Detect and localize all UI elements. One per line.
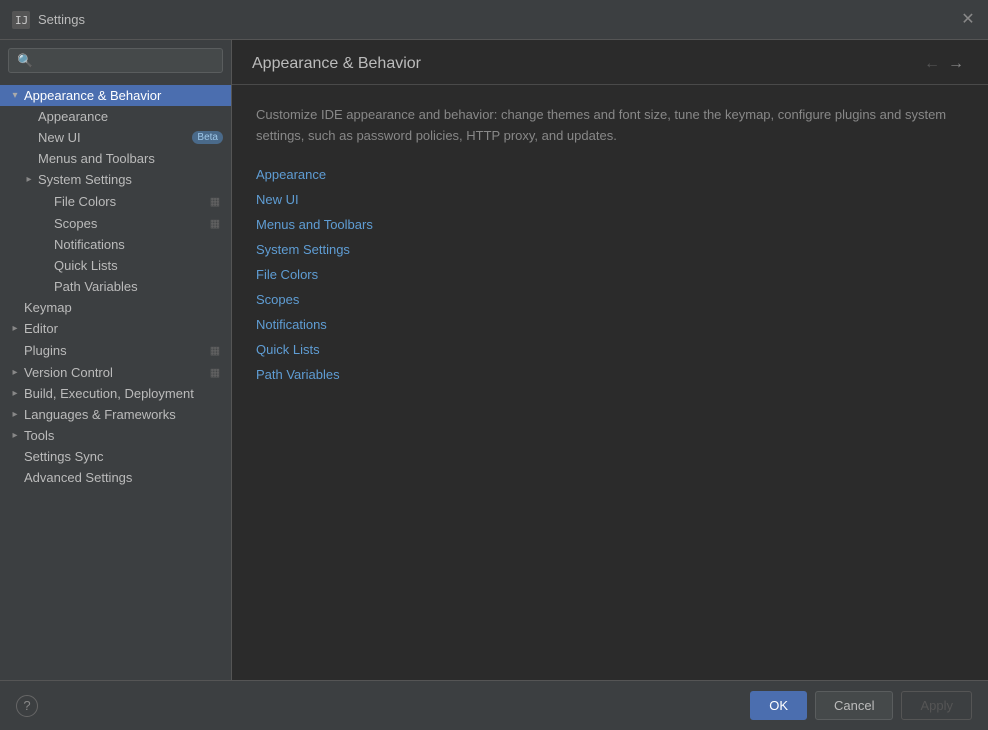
sidebar-item-label: Scopes <box>54 216 203 231</box>
sidebar-item-new-ui[interactable]: New UI Beta <box>0 127 231 148</box>
sidebar-item-label: Appearance & Behavior <box>24 88 223 103</box>
sidebar-item-label: Notifications <box>54 237 223 252</box>
search-input[interactable] <box>8 48 223 73</box>
chevron-icon: ▸ <box>22 173 36 187</box>
close-icon[interactable]: ✕ <box>960 12 976 28</box>
sidebar-item-label: File Colors <box>54 194 203 209</box>
svg-text:IJ: IJ <box>15 14 28 27</box>
footer: ? OK Cancel Apply <box>0 680 988 730</box>
content-link-appearance[interactable]: Appearance <box>256 167 964 182</box>
sidebar-item-advanced-settings[interactable]: Advanced Settings <box>0 467 231 488</box>
cancel-button[interactable]: Cancel <box>815 691 893 720</box>
sidebar-item-file-colors[interactable]: File Colors ▦ <box>0 190 231 212</box>
sidebar-item-quick-lists[interactable]: Quick Lists <box>0 255 231 276</box>
sidebar-item-path-variables[interactable]: Path Variables <box>0 276 231 297</box>
sidebar-item-editor[interactable]: ▸Editor <box>0 318 231 339</box>
app-logo-icon: IJ <box>12 11 30 29</box>
ok-button[interactable]: OK <box>750 691 807 720</box>
sidebar-item-label: Editor <box>24 321 223 336</box>
sidebar-item-notifications[interactable]: Notifications <box>0 234 231 255</box>
sidebar-item-languages-frameworks[interactable]: ▸Languages & Frameworks <box>0 404 231 425</box>
sidebar-item-label: Plugins <box>24 343 203 358</box>
sidebar-item-keymap[interactable]: Keymap <box>0 297 231 318</box>
sidebar-item-label: Path Variables <box>54 279 223 294</box>
content-header: Appearance & Behavior ← → <box>232 40 988 85</box>
chevron-spacer <box>38 280 52 294</box>
links-list: Appearance New UI Menus and Toolbars System… <box>256 167 964 382</box>
sidebar-tree: ▾Appearance & Behavior Appearance New UI Be… <box>0 81 231 680</box>
chevron-icon: ▾ <box>8 89 22 103</box>
chevron-spacer <box>38 216 52 230</box>
content-link-scopes[interactable]: Scopes <box>256 292 964 307</box>
title-bar: IJ Settings ✕ <box>0 0 988 40</box>
sidebar-item-label: New UI <box>38 130 186 145</box>
content-description: Customize IDE appearance and behavior: c… <box>256 105 964 147</box>
sidebar-item-label: Menus and Toolbars <box>38 151 223 166</box>
chevron-icon: ▸ <box>8 365 22 379</box>
sidebar-item-label: Keymap <box>24 300 223 315</box>
sidebar-item-tools[interactable]: ▸Tools <box>0 425 231 446</box>
help-icon: ? <box>23 698 30 713</box>
apply-button[interactable]: Apply <box>901 691 972 720</box>
sidebar-item-scopes[interactable]: Scopes ▦ <box>0 212 231 234</box>
sidebar-item-label: Build, Execution, Deployment <box>24 386 223 401</box>
sidebar-item-label: Tools <box>24 428 223 443</box>
sidebar-item-label: Appearance <box>38 109 223 124</box>
sidebar-item-system-settings[interactable]: ▸System Settings <box>0 169 231 190</box>
chevron-icon: ▸ <box>8 408 22 422</box>
chevron-spacer <box>8 450 22 464</box>
chevron-spacer <box>38 238 52 252</box>
help-button[interactable]: ? <box>16 695 38 717</box>
sidebar-item-label: Version Control <box>24 365 203 380</box>
content-link-file-colors[interactable]: File Colors <box>256 267 964 282</box>
chevron-spacer <box>22 131 36 145</box>
sidebar-item-label: System Settings <box>38 172 223 187</box>
settings-icon[interactable]: ▦ <box>207 342 223 358</box>
chevron-icon: ▸ <box>8 387 22 401</box>
content-link-quick-lists[interactable]: Quick Lists <box>256 342 964 357</box>
chevron-spacer <box>38 194 52 208</box>
sidebar-item-appearance-behavior[interactable]: ▾Appearance & Behavior <box>0 85 231 106</box>
chevron-spacer <box>22 152 36 166</box>
back-button[interactable]: ← <box>920 52 944 76</box>
settings-icon[interactable]: ▦ <box>207 364 223 380</box>
settings-icon[interactable]: ▦ <box>207 215 223 231</box>
chevron-icon: ▸ <box>8 429 22 443</box>
sidebar-item-label: Languages & Frameworks <box>24 407 223 422</box>
content-link-path-variables[interactable]: Path Variables <box>256 367 964 382</box>
sidebar-item-version-control[interactable]: ▸Version Control ▦ <box>0 361 231 383</box>
content-title: Appearance & Behavior <box>252 55 920 73</box>
chevron-icon: ▸ <box>8 322 22 336</box>
window-title: Settings <box>38 12 960 27</box>
sidebar-item-settings-sync[interactable]: Settings Sync <box>0 446 231 467</box>
main-layout: ▾Appearance & BehaviorAppearanceNew UIBe… <box>0 40 988 680</box>
beta-badge: Beta <box>192 131 223 144</box>
sidebar-item-plugins[interactable]: Plugins ▦ <box>0 339 231 361</box>
sidebar-item-appearance[interactable]: Appearance <box>0 106 231 127</box>
sidebar-item-label: Advanced Settings <box>24 470 223 485</box>
chevron-spacer <box>38 259 52 273</box>
content-link-new-ui[interactable]: New UI <box>256 192 964 207</box>
sidebar-item-label: Settings Sync <box>24 449 223 464</box>
content-panel: Appearance & Behavior ← → Customize IDE … <box>232 40 988 680</box>
sidebar-item-build-execution[interactable]: ▸Build, Execution, Deployment <box>0 383 231 404</box>
chevron-spacer <box>8 471 22 485</box>
chevron-spacer <box>8 343 22 357</box>
content-link-notifications[interactable]: Notifications <box>256 317 964 332</box>
chevron-spacer <box>8 301 22 315</box>
content-body: Customize IDE appearance and behavior: c… <box>232 85 988 680</box>
content-link-menus-toolbars[interactable]: Menus and Toolbars <box>256 217 964 232</box>
chevron-spacer <box>22 110 36 124</box>
sidebar: ▾Appearance & Behavior Appearance New UI Be… <box>0 40 232 680</box>
settings-icon[interactable]: ▦ <box>207 193 223 209</box>
sidebar-item-menus-toolbars[interactable]: Menus and Toolbars <box>0 148 231 169</box>
sidebar-item-label: Quick Lists <box>54 258 223 273</box>
content-link-system-settings[interactable]: System Settings <box>256 242 964 257</box>
forward-button[interactable]: → <box>944 52 968 76</box>
